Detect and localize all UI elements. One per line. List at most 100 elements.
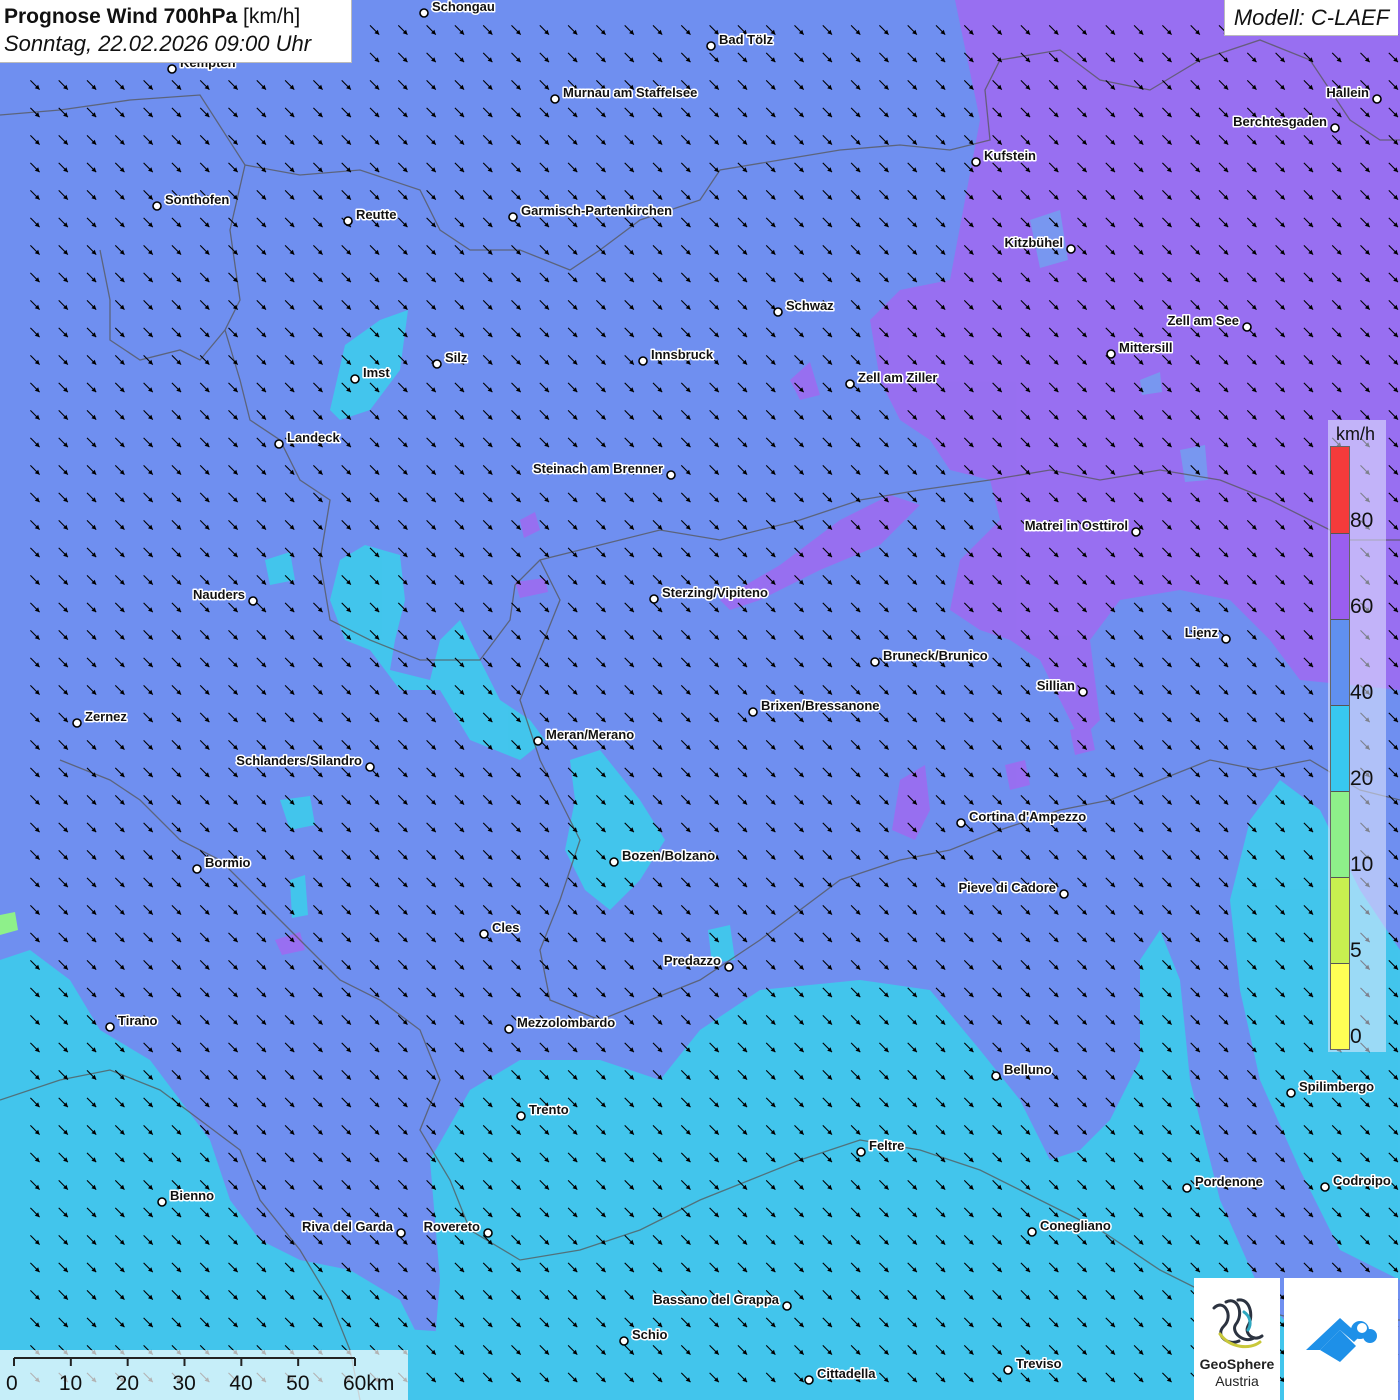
- city-label: Mittersill: [1119, 340, 1172, 355]
- city-label: Pieve di Cadore: [958, 880, 1056, 895]
- city-dot: [1131, 527, 1141, 537]
- scale-label: 60km: [343, 1372, 395, 1395]
- map-title: Prognose Wind 700hPa [km/h]: [4, 4, 351, 30]
- city-dot: [105, 1022, 115, 1032]
- city-label: Meran/Merano: [546, 727, 634, 742]
- legend-tick-label: 40: [1350, 681, 1374, 704]
- city-label: Imst: [363, 365, 390, 380]
- city-dot: [365, 762, 375, 772]
- city-label: Bad Tölz: [719, 32, 774, 47]
- legend-unit: km/h: [1336, 424, 1376, 444]
- wetter-app-logo-box[interactable]: [1284, 1278, 1398, 1400]
- legend-color-segment: [1331, 619, 1349, 706]
- city-dot: [649, 594, 659, 604]
- city-label: Zell am Ziller: [858, 370, 937, 385]
- city-label: Mezzolombardo: [517, 1015, 615, 1030]
- city-label: Matrei in Osttirol: [1025, 518, 1128, 533]
- city-label: Schongau: [432, 0, 495, 14]
- map-title-unit: [km/h]: [243, 5, 301, 28]
- city-label: Kitzbühel: [1005, 235, 1064, 250]
- city-dot: [1242, 322, 1252, 332]
- legend-color-segment: [1331, 791, 1349, 878]
- city-label: Tirano: [118, 1013, 158, 1028]
- city-label: Murnau am Staffelsee: [563, 85, 697, 100]
- city-label: Bormio: [205, 855, 251, 870]
- city-label: Pordenone: [1195, 1174, 1263, 1189]
- city-dot: [1003, 1365, 1013, 1375]
- city-dot: [152, 201, 162, 211]
- city-label: Silz: [445, 350, 468, 365]
- scale-label: 40: [229, 1372, 253, 1395]
- legend-tick-label: 20: [1350, 767, 1374, 790]
- city-dot: [870, 657, 880, 667]
- city-dot: [432, 359, 442, 369]
- scale-label: 30: [172, 1372, 196, 1395]
- city-label: Predazzo: [664, 953, 721, 968]
- city-label: Hallein: [1326, 85, 1369, 100]
- scale-label: 0: [6, 1372, 18, 1395]
- city-dot: [971, 157, 981, 167]
- scale-label: 50: [286, 1372, 310, 1395]
- map-forecast-time: Sonntag, 22.02.2026 09:00 Uhr: [4, 31, 312, 56]
- city-dot: [1330, 123, 1340, 133]
- city-label: Innsbruck: [651, 347, 714, 362]
- city-dot: [773, 307, 783, 317]
- city-dot: [508, 212, 518, 222]
- city-dot: [1320, 1182, 1330, 1192]
- city-label: Rovereto: [424, 1219, 480, 1234]
- legend-tick-label: 60: [1350, 595, 1374, 618]
- city-dot: [72, 718, 82, 728]
- city-dot: [350, 374, 360, 384]
- legend-color-segment: [1331, 877, 1349, 964]
- city-dot: [1027, 1227, 1037, 1237]
- city-label: Feltre: [869, 1138, 904, 1153]
- legend-tick-label: 0: [1350, 1025, 1362, 1048]
- city-label: Zernez: [85, 709, 127, 724]
- model-label: Modell: C-LAEF: [1224, 0, 1398, 36]
- city-dot: [274, 439, 284, 449]
- city-dot: [343, 216, 353, 226]
- city-dot: [666, 470, 676, 480]
- city-label: Brixen/Bressanone: [761, 698, 880, 713]
- city-dot: [516, 1111, 526, 1121]
- city-label: Bienno: [170, 1188, 214, 1203]
- app-logo-icon: [1306, 1318, 1377, 1362]
- city-label: Nauders: [193, 587, 245, 602]
- city-label: Cortina d'Ampezzo: [969, 809, 1086, 824]
- city-dot: [1059, 889, 1069, 899]
- scale-label: 10: [58, 1372, 83, 1395]
- legend-tick-label: 80: [1350, 509, 1374, 532]
- city-dot: [845, 379, 855, 389]
- legend-color-segment: [1331, 963, 1349, 1049]
- city-dot: [1372, 94, 1382, 104]
- map-title-main: Prognose Wind 700hPa: [4, 5, 238, 28]
- city-dot: [550, 94, 560, 104]
- city-dot: [638, 356, 648, 366]
- city-label: Conegliano: [1040, 1218, 1111, 1233]
- city-label: Berchtesgaden: [1233, 114, 1327, 129]
- city-label: Schlanders/Silandro: [236, 753, 362, 768]
- city-label: Cittadella: [817, 1366, 876, 1381]
- legend-color-segment: [1331, 533, 1349, 620]
- scale-label: 20: [115, 1372, 140, 1395]
- city-label: Bassano del Grappa: [653, 1292, 779, 1307]
- city-label: Sonthofen: [165, 192, 229, 207]
- geosphere-logo-line2: Austria: [1215, 1373, 1259, 1389]
- city-label: Bozen/Bolzano: [622, 848, 715, 863]
- geosphere-logo-text: GeoSphere Austria: [1196, 1356, 1278, 1390]
- city-dot: [1078, 687, 1088, 697]
- city-label: Belluno: [1004, 1062, 1052, 1077]
- geosphere-logo-line1: GeoSphere: [1199, 1356, 1275, 1372]
- city-label: Lienz: [1185, 625, 1219, 640]
- geosphere-logo-icon: [1212, 1298, 1264, 1349]
- city-dot: [192, 864, 202, 874]
- city-dot: [609, 857, 619, 867]
- city-label: Steinach am Brenner: [533, 461, 663, 476]
- city-label: Reutte: [356, 207, 396, 222]
- wind-map[interactable]: SchongauBad TölzKemptenMurnau am Staffel…: [0, 0, 1400, 1400]
- city-label: Schwaz: [786, 298, 834, 313]
- city-dot: [504, 1024, 514, 1034]
- city-dot: [706, 41, 716, 51]
- map-title-box: Prognose Wind 700hPa [km/h] Sonntag, 22.…: [0, 0, 352, 63]
- city-dot: [1182, 1183, 1192, 1193]
